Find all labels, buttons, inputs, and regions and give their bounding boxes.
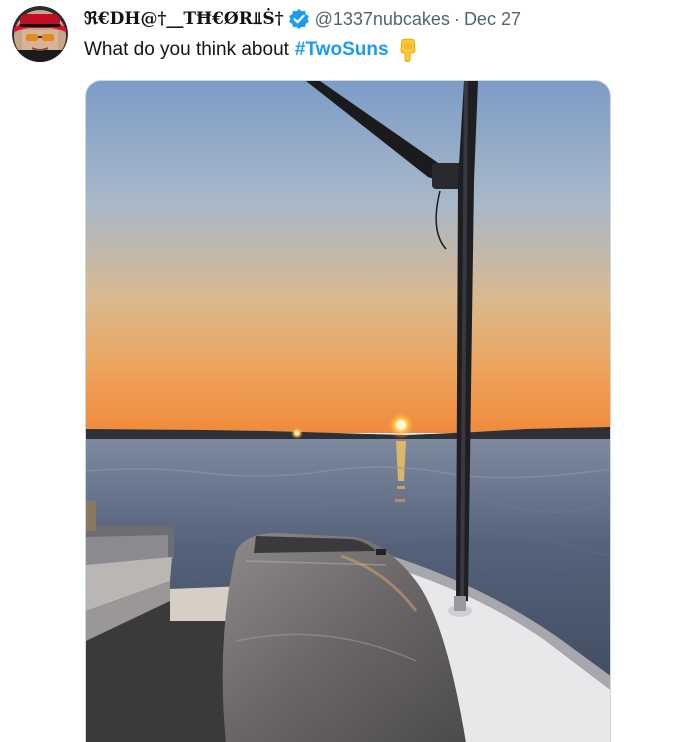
tweet-text-body: What do you think about [84,39,289,60]
pointing-down-emoji-icon [397,38,419,63]
tweet-text: What do you think about #TwoSuns [84,36,419,64]
verified-badge-icon[interactable] [288,8,310,30]
author-avatar[interactable] [12,6,68,62]
tweet-date[interactable]: Dec 27 [464,9,521,30]
tweet: ℜ€DH@†__TĦ€ØR⫫Ṡ† @1337nubcakes · Dec 27 … [0,0,688,742]
tweet-header: ℜ€DH@†__TĦ€ØR⫫Ṡ† @1337nubcakes · Dec 27 [84,6,521,32]
author-display-name[interactable]: ℜ€DH@†__TĦ€ØR⫫Ṡ† [84,9,284,29]
author-handle[interactable]: @1337nubcakes [315,9,450,30]
hashtag-link[interactable]: #TwoSuns [295,39,389,61]
header-separator: · [453,8,460,29]
tweet-photo[interactable] [85,80,611,742]
